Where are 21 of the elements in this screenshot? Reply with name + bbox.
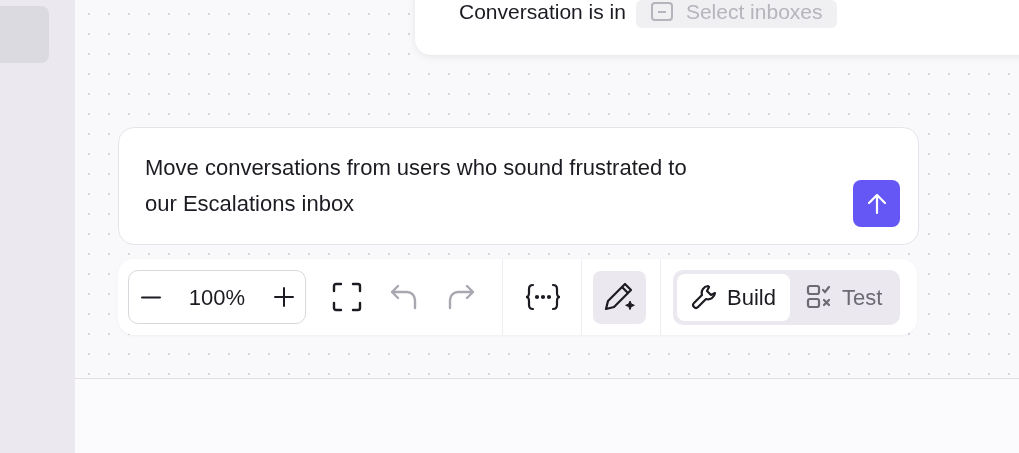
zoom-level: 100% [188, 283, 246, 312]
prompt-text: Move conversations from users who sound frustrated to our Escalations inbox [145, 154, 688, 218]
variables-button[interactable] [525, 283, 561, 311]
fullscreen-button[interactable] [332, 282, 362, 312]
mode-tab[interactable]: Build [677, 273, 790, 321]
inbox-icon [649, 2, 674, 23]
plus-icon [273, 286, 295, 308]
zoom-in-button[interactable] [273, 286, 295, 308]
braces-icon [525, 283, 561, 311]
prompt-field[interactable]: Move conversations from users who sound frustrated to our Escalations inbox [118, 127, 919, 245]
undo-icon [389, 283, 419, 311]
zoom-out-button[interactable] [141, 295, 161, 299]
redo-icon [446, 283, 476, 311]
wrench-icon [691, 283, 719, 311]
condition-label: Conversation is in [459, 0, 626, 25]
fullscreen-icon [332, 282, 362, 312]
ai-edit-button[interactable] [593, 270, 646, 324]
send-button[interactable] [853, 180, 900, 227]
arrow-up-icon [866, 192, 887, 215]
minus-icon [141, 295, 161, 299]
mode-tab[interactable]: Test [791, 273, 897, 321]
